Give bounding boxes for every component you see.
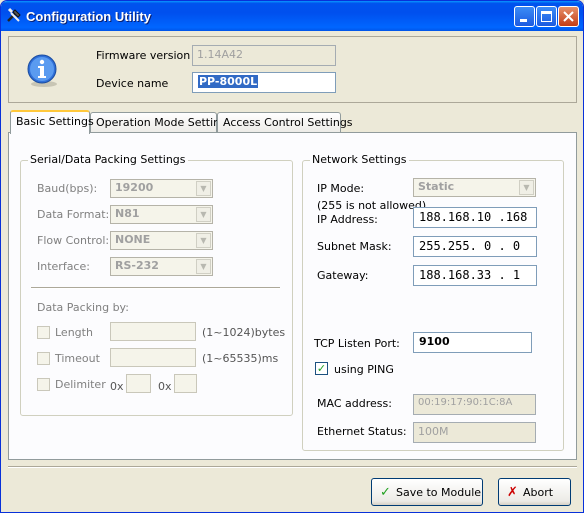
checkmark-icon: ✓	[316, 362, 327, 375]
timeout-range: (1~65535)ms	[202, 352, 279, 365]
ip-note: (255 is not allowed)	[317, 199, 427, 212]
subnet-mask-label: Subnet Mask:	[317, 240, 392, 253]
interface-value: RS-232	[115, 259, 159, 272]
mac-address-field: 00:19:17:90:1C:8A	[413, 394, 536, 415]
flow-control-label: Flow Control:	[37, 234, 110, 247]
length-input[interactable]	[110, 322, 196, 341]
save-to-module-button[interactable]: ✓ Save to Module	[371, 478, 483, 506]
save-button-label: Save to Module	[396, 486, 482, 499]
chevron-down-icon: ▼	[196, 207, 211, 222]
delimiter-hex-prefix-2: 0x	[158, 380, 172, 393]
footer-divider	[8, 466, 577, 468]
baud-value: 19200	[115, 181, 154, 194]
close-button[interactable]	[558, 6, 579, 27]
firmware-label: Firmware version	[96, 49, 191, 62]
network-group-title: Network Settings	[310, 153, 409, 166]
serial-settings-group: Serial/Data Packing Settings Baud(bps): …	[20, 153, 293, 416]
timeout-label: Timeout	[55, 352, 100, 365]
tab-operation-mode-settings[interactable]: Operation Mode Settings	[90, 112, 233, 133]
data-format-label: Data Format:	[37, 208, 110, 221]
data-format-select[interactable]: N81 ▼	[110, 205, 213, 224]
interface-label: Interface:	[37, 260, 90, 273]
tab-access-control-settings[interactable]: Access Control Settings	[217, 112, 353, 133]
tab-label: Access Control Settings	[223, 116, 353, 129]
checkmark-icon: ✓	[380, 485, 391, 500]
ip-address-label: IP Address:	[317, 213, 378, 226]
baud-select[interactable]: 19200 ▼	[110, 179, 213, 198]
flow-control-value: NONE	[115, 233, 151, 246]
tab-label: Operation Mode Settings	[96, 116, 233, 129]
close-icon	[563, 11, 574, 22]
data-format-value: N81	[115, 207, 140, 220]
baud-label: Baud(bps):	[37, 182, 98, 195]
divider	[31, 287, 280, 289]
chevron-down-icon: ▼	[196, 233, 211, 248]
delimiter-input-1[interactable]	[126, 374, 151, 393]
subnet-mask-input[interactable]: 255.255. 0 . 0	[413, 236, 537, 257]
firmware-version-field: 1.14A42	[192, 45, 336, 66]
mac-address-label: MAC address:	[317, 397, 392, 410]
chevron-down-icon: ▼	[196, 259, 211, 274]
minimize-icon	[520, 19, 527, 22]
device-info-panel: Firmware version 1.14A42 Device name PP-…	[8, 36, 577, 103]
abort-button-label: Abort	[523, 486, 554, 499]
x-icon: ✗	[507, 485, 518, 500]
timeout-input[interactable]	[110, 348, 196, 367]
device-name-value: PP-8000L	[198, 75, 259, 88]
ping-label: using PING	[334, 363, 394, 376]
serial-group-title: Serial/Data Packing Settings	[28, 153, 188, 166]
title-bar[interactable]: Configuration Utility	[1, 1, 583, 31]
tcp-port-input[interactable]: 9100	[413, 332, 532, 353]
gateway-label: Gateway:	[317, 269, 369, 282]
timeout-checkbox[interactable]	[37, 352, 50, 365]
tab-basic-settings[interactable]: Basic Settings	[10, 110, 94, 134]
data-packing-label: Data Packing by:	[37, 301, 129, 314]
tools-icon	[7, 7, 21, 22]
ip-address-input[interactable]: 188.168.10 .168	[413, 207, 537, 228]
tab-label: Basic Settings	[16, 115, 94, 128]
window-title: Configuration Utility	[26, 9, 151, 24]
gateway-input[interactable]: 188.168.33 . 1	[413, 265, 537, 286]
delimiter-checkbox[interactable]	[37, 378, 50, 391]
info-icon	[27, 54, 57, 87]
flow-control-select[interactable]: NONE ▼	[110, 231, 213, 250]
ip-mode-select[interactable]: Static ▼	[413, 178, 536, 197]
tcp-port-label: TCP Listen Port:	[314, 337, 400, 350]
maximize-button[interactable]	[536, 6, 557, 27]
ip-mode-value: Static	[418, 180, 455, 193]
chevron-down-icon: ▼	[196, 181, 211, 196]
length-label: Length	[55, 326, 93, 339]
delimiter-input-2[interactable]	[174, 374, 197, 393]
maximize-icon	[541, 11, 552, 22]
delimiter-label: Delimiter	[55, 378, 106, 391]
minimize-button[interactable]	[514, 6, 535, 27]
length-range: (1~1024)bytes	[202, 326, 286, 339]
ethernet-status-field: 100M	[413, 422, 536, 443]
device-name-label: Device name	[96, 77, 169, 90]
delimiter-hex-prefix-1: 0x	[110, 380, 124, 393]
basic-settings-panel: Serial/Data Packing Settings Baud(bps): …	[8, 132, 577, 460]
network-settings-group: Network Settings IP Mode: Static ▼ (255 …	[302, 153, 564, 451]
ethernet-status-label: Ethernet Status:	[317, 425, 407, 438]
abort-button[interactable]: ✗ Abort	[498, 478, 571, 506]
ping-checkbox[interactable]: ✓	[315, 362, 328, 375]
interface-select[interactable]: RS-232 ▼	[110, 257, 213, 276]
ip-mode-label: IP Mode:	[317, 182, 365, 195]
config-window: Configuration Utility Firmware version 1…	[0, 0, 584, 513]
device-name-input[interactable]: PP-8000L	[192, 72, 336, 93]
length-checkbox[interactable]	[37, 326, 50, 339]
chevron-down-icon: ▼	[519, 180, 534, 195]
